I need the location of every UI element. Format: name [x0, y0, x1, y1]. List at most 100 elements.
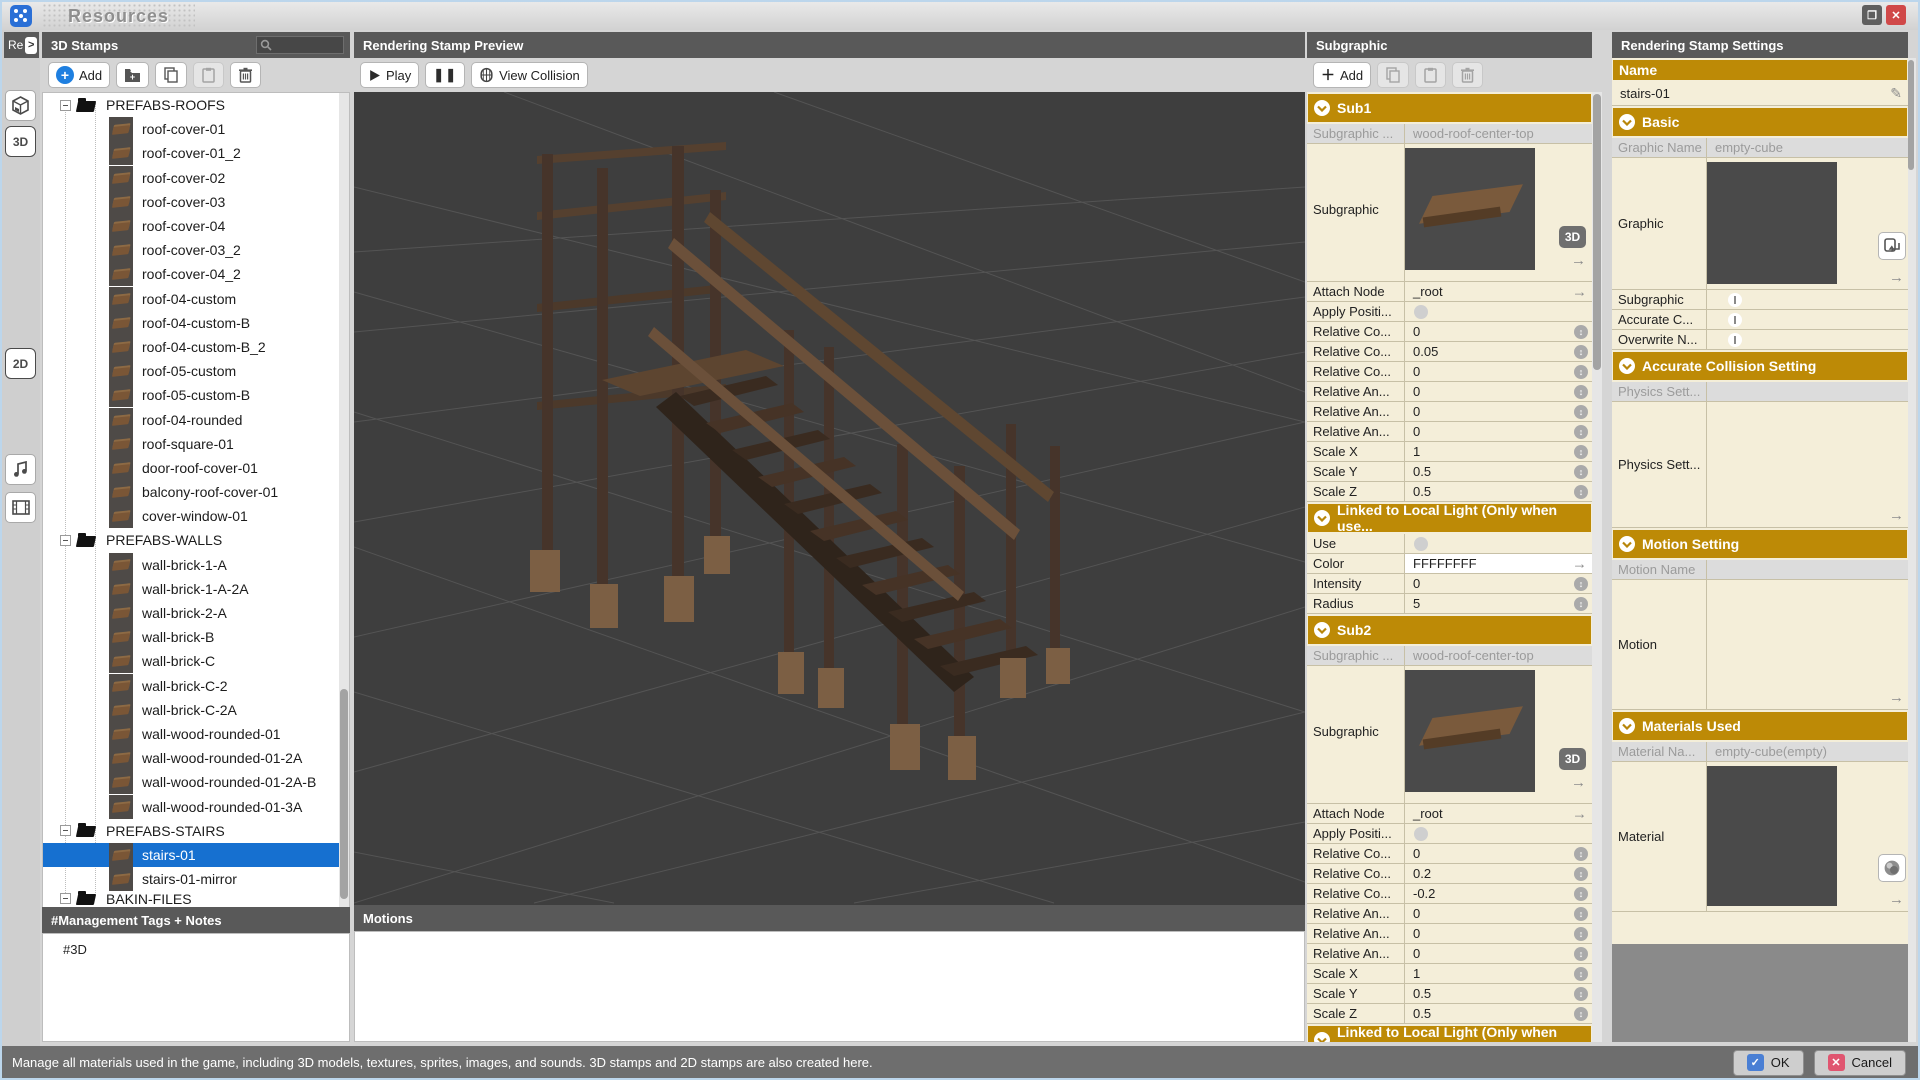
- tree-item-row[interactable]: wall-wood-rounded-01-2A: [43, 746, 349, 770]
- property-value[interactable]: 0.5↕: [1405, 462, 1592, 481]
- 3d-stamp-tool-icon[interactable]: [5, 90, 36, 121]
- section-header[interactable]: Sub2: [1307, 614, 1592, 646]
- property-value[interactable]: _root→: [1405, 282, 1592, 301]
- subgraphic-scrollbar[interactable]: [1592, 92, 1602, 1042]
- property-value[interactable]: 0.05↕: [1405, 342, 1592, 361]
- tall-property-cell[interactable]: →: [1707, 158, 1908, 289]
- tree-item-row[interactable]: roof-05-custom: [43, 359, 349, 383]
- duplicate-button[interactable]: [1377, 62, 1409, 88]
- property-value[interactable]: 1↕: [1405, 964, 1592, 983]
- navigate-arrow-icon[interactable]: →: [1572, 556, 1587, 571]
- thumbnail-box[interactable]: [1405, 148, 1535, 270]
- delete-button[interactable]: [230, 62, 261, 88]
- material-sphere-icon[interactable]: [1878, 854, 1906, 882]
- tree-item-row[interactable]: roof-cover-03_2: [43, 238, 349, 262]
- tree-item-row[interactable]: roof-cover-04: [43, 214, 349, 238]
- spinner-icon[interactable]: ↕: [1574, 987, 1588, 1001]
- navigate-arrow-icon[interactable]: →: [1889, 269, 1904, 286]
- property-value[interactable]: [1405, 302, 1592, 321]
- new-folder-button[interactable]: +: [116, 62, 149, 88]
- paste-button[interactable]: [1415, 62, 1446, 88]
- tree-item-row[interactable]: roof-cover-01_2: [43, 141, 349, 165]
- section-header[interactable]: Motion Setting: [1612, 528, 1908, 560]
- view-collision-button[interactable]: View Collision: [471, 62, 588, 88]
- play-button[interactable]: Play: [360, 62, 419, 88]
- cancel-button[interactable]: ✕ Cancel: [1814, 1050, 1906, 1076]
- property-value[interactable]: [1707, 290, 1908, 309]
- delete-button[interactable]: [1452, 62, 1483, 88]
- property-value[interactable]: [1405, 824, 1592, 843]
- spinner-icon[interactable]: ↕: [1574, 425, 1588, 439]
- expand-toggle[interactable]: [60, 893, 71, 904]
- property-value[interactable]: FFFFFFFF→: [1405, 554, 1592, 573]
- spinner-icon[interactable]: ↕: [1574, 597, 1588, 611]
- add-button[interactable]: +Add: [48, 62, 110, 88]
- tree-item-row[interactable]: wall-brick-C: [43, 649, 349, 673]
- section-header[interactable]: Accurate Collision Setting: [1612, 350, 1908, 382]
- navigate-arrow-icon[interactable]: →: [1889, 507, 1904, 524]
- property-value[interactable]: 0↕: [1405, 574, 1592, 593]
- spinner-icon[interactable]: ↕: [1574, 967, 1588, 981]
- section-header[interactable]: Linked to Local Light (Only when use...: [1307, 502, 1592, 534]
- tall-property-cell[interactable]: →: [1707, 580, 1908, 709]
- property-value[interactable]: 0.5↕: [1405, 482, 1592, 501]
- tree-item-row[interactable]: wall-brick-B: [43, 625, 349, 649]
- spinner-icon[interactable]: ↕: [1574, 867, 1588, 881]
- tags-notes-area[interactable]: #3D: [42, 933, 350, 1042]
- property-value[interactable]: 0↕: [1405, 322, 1592, 341]
- property-value[interactable]: 0↕: [1405, 422, 1592, 441]
- graphic-preview-box[interactable]: [1707, 766, 1837, 906]
- spinner-icon[interactable]: ↕: [1574, 1007, 1588, 1021]
- swap-3d-icon[interactable]: 3D: [1559, 748, 1586, 770]
- settings-scrollbar[interactable]: [1908, 58, 1916, 1042]
- tall-property-cell[interactable]: →: [1707, 402, 1908, 527]
- collapsed-resources-panel[interactable]: Re >: [4, 32, 39, 58]
- tree-item-row[interactable]: stairs-01: [43, 843, 349, 867]
- swap-3d-icon[interactable]: 3D: [1559, 226, 1586, 248]
- spinner-icon[interactable]: ↕: [1574, 365, 1588, 379]
- property-value[interactable]: _root→: [1405, 804, 1592, 823]
- spinner-icon[interactable]: ↕: [1574, 485, 1588, 499]
- spinner-icon[interactable]: ↕: [1574, 577, 1588, 591]
- tree-item-row[interactable]: roof-05-custom-B: [43, 383, 349, 407]
- title-bar[interactable]: Resources ❐ ✕: [2, 2, 1918, 30]
- tree-item-row[interactable]: balcony-roof-cover-01: [43, 480, 349, 504]
- pause-button[interactable]: ❚❚: [425, 62, 465, 88]
- ok-button[interactable]: ✓ OK: [1733, 1050, 1804, 1076]
- tree-item-row[interactable]: wall-brick-C-2A: [43, 698, 349, 722]
- property-value[interactable]: 0↕: [1405, 904, 1592, 923]
- tree-item-row[interactable]: roof-cover-03: [43, 190, 349, 214]
- tree-item-row[interactable]: roof-cover-01: [43, 117, 349, 141]
- expand-toggle[interactable]: [60, 825, 71, 836]
- tree-item-row[interactable]: roof-04-rounded: [43, 407, 349, 431]
- change-graphic-icon[interactable]: [1878, 232, 1906, 260]
- spinner-icon[interactable]: ↕: [1574, 465, 1588, 479]
- tree-item-row[interactable]: wall-brick-1-A-2A: [43, 577, 349, 601]
- movies-icon[interactable]: [5, 492, 36, 523]
- spinner-icon[interactable]: ↕: [1574, 847, 1588, 861]
- tree-item-row[interactable]: roof-cover-02: [43, 166, 349, 190]
- tree-folder-row[interactable]: BAKIN-FILES: [43, 891, 349, 906]
- property-value[interactable]: 0.5↕: [1405, 1004, 1592, 1023]
- property-value[interactable]: 0.5↕: [1405, 984, 1592, 1003]
- property-value[interactable]: 1↕: [1405, 442, 1592, 461]
- spinner-icon[interactable]: ↕: [1574, 405, 1588, 419]
- spinner-icon[interactable]: ↕: [1574, 947, 1588, 961]
- navigate-arrow-icon[interactable]: →: [1572, 284, 1587, 299]
- tree-item-row[interactable]: roof-04-custom-B_2: [43, 335, 349, 359]
- duplicate-button[interactable]: [155, 62, 187, 88]
- expand-panel-button[interactable]: >: [25, 37, 37, 54]
- search-input[interactable]: [256, 36, 344, 54]
- tree-item-row[interactable]: roof-04-custom: [43, 287, 349, 311]
- property-value[interactable]: 0↕: [1405, 402, 1592, 421]
- paste-button[interactable]: [193, 62, 224, 88]
- expand-toggle[interactable]: [60, 100, 71, 111]
- spinner-icon[interactable]: ↕: [1574, 325, 1588, 339]
- subgraphic-thumbnail-cell[interactable]: 3D→: [1405, 144, 1592, 281]
- tree-item-row[interactable]: cover-window-01: [43, 504, 349, 528]
- navigate-arrow-icon[interactable]: →: [1572, 806, 1587, 821]
- tree-item-row[interactable]: wall-brick-C-2: [43, 674, 349, 698]
- property-value[interactable]: 0.2↕: [1405, 864, 1592, 883]
- property-value[interactable]: 0↕: [1405, 382, 1592, 401]
- 2d-stamps-icon[interactable]: 2D: [5, 348, 36, 379]
